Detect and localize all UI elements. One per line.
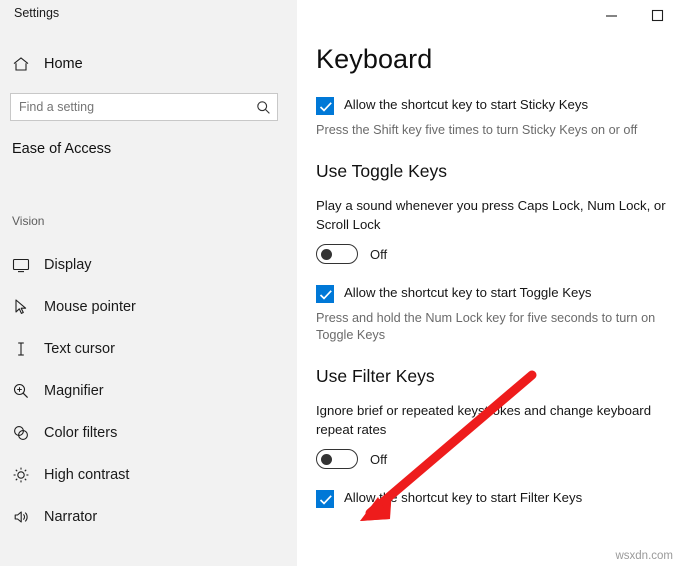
maximize-button[interactable] [634,0,680,30]
text-cursor-icon [12,340,40,358]
watermark: wsxdn.com [615,550,673,562]
toggle-keys-hint: Press and hold the Num Lock key for five… [316,311,656,342]
filter-keys-switch[interactable] [316,449,358,469]
toggle-keys-switch-row[interactable]: Off [316,244,671,264]
sticky-keys-hint: Press the Shift key five times to turn S… [316,123,638,137]
search-icon[interactable] [249,100,277,115]
minimize-button[interactable] [588,0,634,30]
monitor-icon [12,256,40,274]
color-filters-icon [12,424,40,442]
sidebar-item-label: Magnifier [44,383,104,399]
sidebar-item-magnifier[interactable]: Magnifier [0,370,297,412]
filter-keys-checkbox-label: Allow the shortcut key to start Filter K… [344,490,583,505]
sidebar-item-narrator[interactable]: Narrator [0,496,297,538]
app-title: Settings [14,6,60,20]
sticky-keys-shortcut-row[interactable]: Allow the shortcut key to start Sticky K… [316,96,671,115]
main-panel: Keyboard Allow the shortcut key to start… [297,0,680,566]
sidebar-home-label: Home [44,56,83,72]
sidebar-item-home[interactable]: Home [0,48,297,80]
filter-keys-switch-row[interactable]: Off [316,449,671,469]
filter-keys-shortcut-row[interactable]: Allow the shortcut key to start Filter K… [316,489,671,508]
filter-keys-checkbox[interactable] [316,490,334,508]
toggle-keys-description: Play a sound whenever you press Caps Loc… [316,198,666,232]
filter-keys-description: Ignore brief or repeated keystrokes and … [316,403,652,437]
sidebar: Settings Home Ease of Access Vision Disp… [0,0,297,566]
search-box[interactable] [10,93,278,121]
sticky-keys-checkbox-label: Allow the shortcut key to start Sticky K… [344,97,589,112]
magnifier-icon [12,382,40,400]
sidebar-item-display[interactable]: Display [0,244,297,286]
high-contrast-icon [12,466,40,484]
search-input[interactable] [11,99,249,115]
sidebar-item-label: High contrast [44,467,130,483]
toggle-keys-checkbox[interactable] [316,285,334,303]
sidebar-category-title: Ease of Access [12,141,112,157]
sidebar-item-label: Narrator [44,509,98,525]
home-icon [12,55,38,73]
sidebar-item-high-contrast[interactable]: High contrast [0,454,297,496]
sidebar-item-color-filters[interactable]: Color filters [0,412,297,454]
narrator-icon [12,508,40,526]
toggle-knob [321,454,332,465]
sidebar-item-label: Text cursor [44,341,115,357]
page-title: Keyboard [316,44,433,74]
toggle-keys-checkbox-label: Allow the shortcut key to start Toggle K… [344,285,592,300]
settings-window: Settings Home Ease of Access Vision Disp… [0,0,680,566]
filter-keys-heading: Use Filter Keys [316,366,435,386]
toggle-keys-heading: Use Toggle Keys [316,161,448,181]
sidebar-item-mouse-pointer[interactable]: Mouse pointer [0,286,297,328]
sticky-keys-checkbox[interactable] [316,97,334,115]
settings-content: Allow the shortcut key to start Sticky K… [316,96,671,515]
toggle-keys-switch[interactable] [316,244,358,264]
sidebar-item-label: Display [44,257,92,273]
sidebar-item-label: Color filters [44,425,118,441]
toggle-keys-shortcut-row[interactable]: Allow the shortcut key to start Toggle K… [316,284,671,303]
filter-keys-state: Off [370,451,388,467]
toggle-knob [321,249,332,260]
sidebar-nav: Display Mouse pointer Text cursor Magnif… [0,244,297,538]
sidebar-group-vision: Vision [12,214,45,228]
toggle-keys-state: Off [370,246,388,262]
cursor-icon [12,298,40,316]
sidebar-item-label: Mouse pointer [44,299,136,315]
sidebar-item-text-cursor[interactable]: Text cursor [0,328,297,370]
window-controls [588,0,680,30]
